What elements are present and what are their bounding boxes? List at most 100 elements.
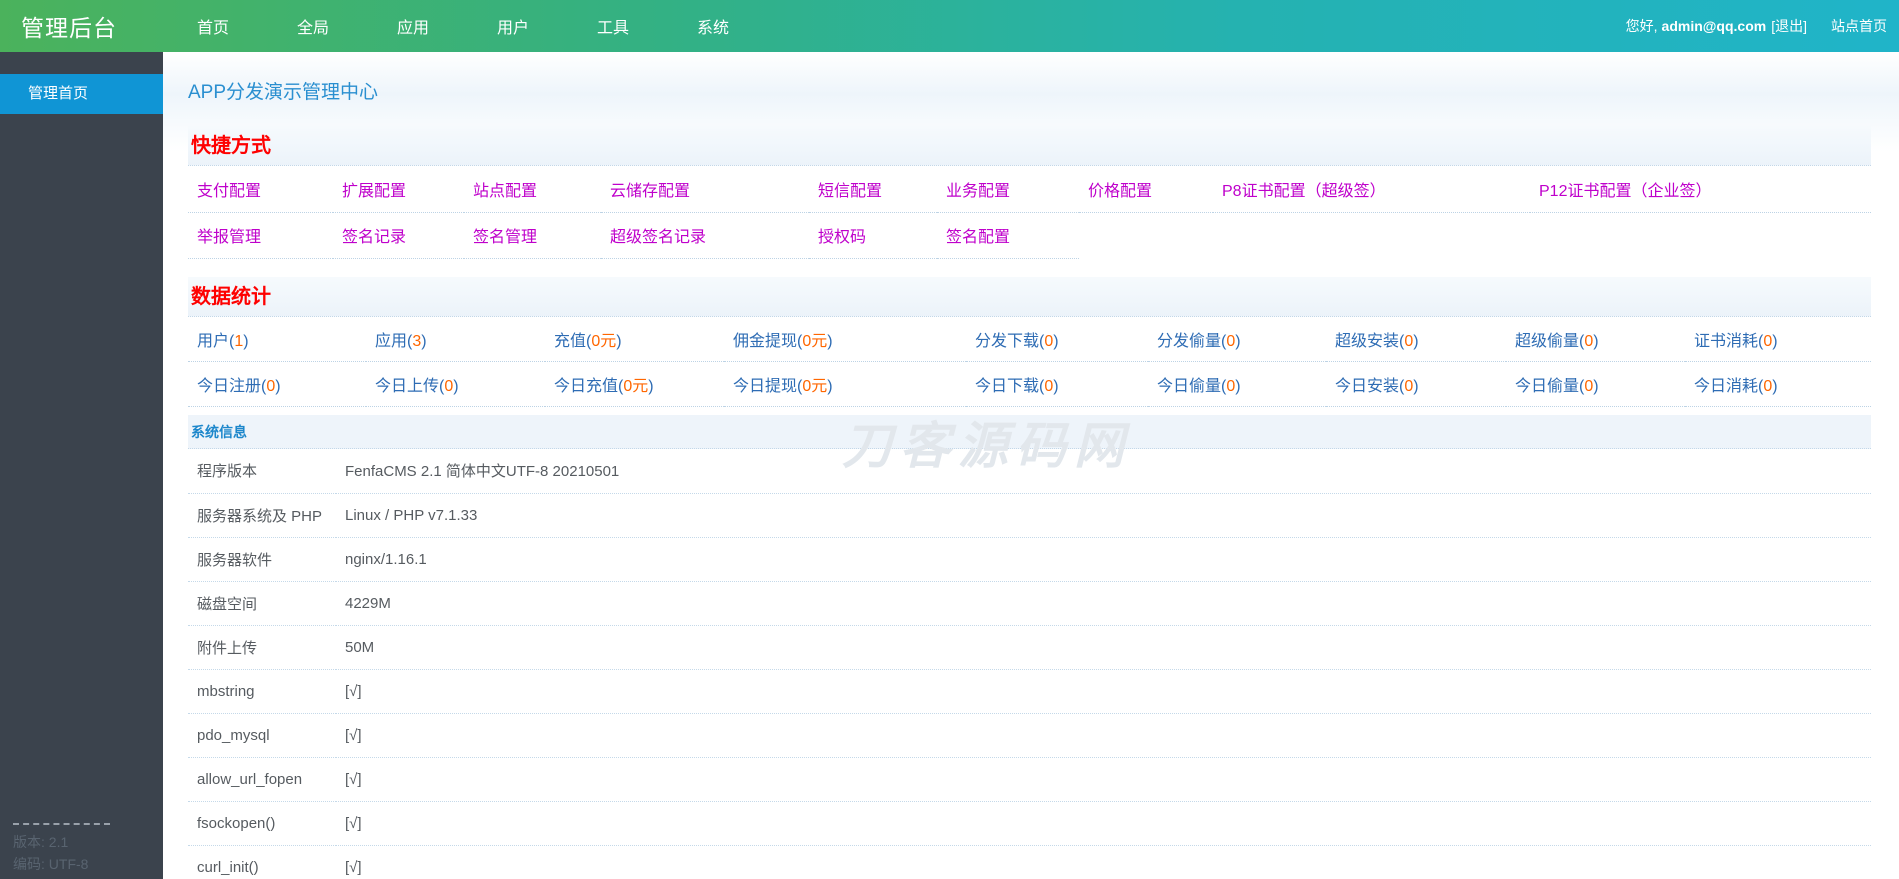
stat-value: 0 — [1044, 332, 1054, 350]
stat-value: 0 — [1404, 378, 1414, 395]
stat-paren: ) — [421, 332, 427, 350]
site-home-link[interactable]: 站点首页 — [1831, 16, 1887, 36]
stat-paren: ) — [453, 378, 459, 395]
shortcut-cell: P8证书配置（超级签） — [1213, 166, 1530, 213]
stat-label: 今日提现( — [733, 378, 803, 395]
stat-cell[interactable]: 应用(3) — [366, 316, 545, 362]
stat-cell[interactable]: 今日消耗(0) — [1685, 361, 1871, 407]
stat-cell[interactable]: 佣金提现(0元) — [724, 316, 966, 362]
system-info-row: 服务器系统及 PHP Linux / PHP v7.1.33 — [188, 493, 1871, 538]
stat-cell[interactable]: 今日注册(0) — [188, 361, 366, 407]
shortcut-link[interactable]: P8证书配置（超级签） — [1222, 183, 1386, 200]
shortcut-link[interactable]: 业务配置 — [946, 183, 1010, 200]
stat-value: 0 — [1226, 378, 1236, 395]
shortcut-link[interactable]: 价格配置 — [1088, 183, 1152, 200]
shortcut-link[interactable]: 短信配置 — [818, 183, 882, 200]
stat-cell[interactable]: 今日下载(0) — [966, 361, 1148, 407]
stat-value: 0 — [1584, 378, 1594, 395]
system-info-label: 服务器软件 — [188, 537, 336, 582]
stat-cell[interactable]: 分发下载(0) — [966, 316, 1148, 362]
shortcut-link[interactable]: 授权码 — [818, 229, 866, 246]
stat-cell[interactable]: 今日提现(0元) — [724, 361, 966, 407]
stat-cell[interactable]: 今日上传(0) — [366, 361, 545, 407]
stat-value: 0元 — [802, 332, 828, 350]
stat-label: 今日消耗( — [1694, 378, 1764, 395]
stat-paren: ) — [243, 332, 249, 350]
shortcut-cell: 签名配置 — [937, 212, 1079, 259]
stat-cell[interactable]: 用户(1) — [188, 316, 366, 362]
stat-paren: ) — [275, 378, 281, 395]
stat-paren: ) — [1413, 332, 1419, 350]
stat-cell[interactable]: 充值(0元) — [545, 316, 724, 362]
stat-label: 分发偷量( — [1157, 332, 1227, 350]
logout-link[interactable]: [退出] — [1771, 16, 1807, 36]
stat-paren: ) — [1772, 332, 1778, 350]
shortcut-empty-cell — [1213, 212, 1530, 258]
shortcut-link[interactable]: 超级签名记录 — [610, 229, 706, 246]
system-info-label: 程序版本 — [188, 449, 336, 494]
shortcut-link[interactable]: 支付配置 — [197, 183, 261, 200]
stat-value: 0 — [1044, 378, 1054, 395]
stat-label: 应用( — [375, 332, 413, 350]
stat-paren: ) — [1053, 378, 1059, 395]
stat-cell[interactable]: 分发偷量(0) — [1148, 316, 1326, 362]
nav-item-2[interactable]: 全局 — [263, 14, 363, 38]
stat-label: 今日安装( — [1335, 378, 1405, 395]
stat-paren: ) — [1772, 378, 1778, 395]
shortcuts-row: 举报管理 签名记录 签名管理 超级签名记录 授权码 签名配置 — [188, 212, 1871, 259]
app-brand-title: 管理后台 — [21, 15, 117, 41]
stat-cell[interactable]: 超级偷量(0) — [1506, 316, 1685, 362]
stat-label: 今日偷量( — [1157, 378, 1227, 395]
sidebar-item-admin-home[interactable]: 管理首页 — [0, 74, 163, 114]
system-info-value: [√] — [336, 845, 1871, 879]
system-info-row: fsockopen() [√] — [188, 801, 1871, 846]
stat-paren: ) — [827, 378, 833, 395]
shortcut-link[interactable]: 签名配置 — [946, 229, 1010, 246]
system-info-label: allow_url_fopen — [188, 757, 336, 802]
nav-item-1[interactable]: 首页 — [163, 14, 263, 38]
shortcut-link[interactable]: 站点配置 — [473, 183, 537, 200]
stat-label: 今日偷量( — [1515, 378, 1585, 395]
nav-item-3[interactable]: 应用 — [363, 14, 463, 38]
shortcut-cell: 价格配置 — [1079, 166, 1213, 213]
stat-paren: ) — [1593, 378, 1599, 395]
shortcut-empty-cell — [1079, 212, 1213, 258]
stat-cell[interactable]: 今日安装(0) — [1326, 361, 1506, 407]
stat-value: 0 — [1584, 332, 1594, 350]
system-info-value: Linux / PHP v7.1.33 — [336, 493, 1871, 538]
nav-item-4[interactable]: 用户 — [463, 14, 563, 38]
stats-row: 今日注册(0) 今日上传(0) 今日充值(0元) 今日提现(0元) 今日下载(0) 今日偷… — [188, 361, 1871, 407]
nav-item-6[interactable]: 系统 — [663, 14, 763, 38]
stat-cell[interactable]: 今日偷量(0) — [1506, 361, 1685, 407]
stat-paren: ) — [1053, 332, 1059, 350]
sidebar-version-label: 版本: 2.1 — [13, 834, 69, 850]
shortcut-link[interactable]: 扩展配置 — [342, 183, 406, 200]
shortcut-link[interactable]: 签名记录 — [342, 229, 406, 246]
shortcuts-row: 支付配置 扩展配置 站点配置 云储存配置 短信配置 业务配置 价格配置 P8证书配置（超级签）… — [188, 166, 1871, 213]
sidebar-footer-divider — [13, 823, 110, 825]
shortcut-empty-cell — [1530, 212, 1871, 258]
system-info-row: 服务器软件 nginx/1.16.1 — [188, 537, 1871, 582]
stat-cell[interactable]: 今日充值(0元) — [545, 361, 724, 407]
stat-paren: ) — [1235, 332, 1241, 350]
system-info-value: [√] — [336, 757, 1871, 802]
stat-cell[interactable]: 今日偷量(0) — [1148, 361, 1326, 407]
stat-cell[interactable]: 超级安装(0) — [1326, 316, 1506, 362]
stat-cell[interactable]: 证书消耗(0) — [1685, 316, 1871, 362]
system-info-label: 附件上传 — [188, 625, 336, 670]
header-nav: 首页 全局 应用 用户 工具 系统 — [163, 0, 763, 52]
shortcut-link[interactable]: 举报管理 — [197, 229, 261, 246]
stat-value: 0元 — [591, 332, 617, 350]
main-content: APP分发演示管理中心 快捷方式 支付配置 扩展配置 站点配置 云储存配置 短信配置 业务… — [163, 52, 1899, 879]
system-info-section-title: 系统信息 — [188, 415, 1871, 449]
shortcut-link[interactable]: 云储存配置 — [610, 183, 690, 200]
system-info-label: fsockopen() — [188, 801, 336, 846]
shortcut-cell: 云储存配置 — [601, 166, 809, 213]
system-info-label: curl_init() — [188, 845, 336, 879]
shortcut-link[interactable]: 签名管理 — [473, 229, 537, 246]
page-title: APP分发演示管理中心 — [188, 82, 379, 103]
shortcut-link[interactable]: P12证书配置（企业签） — [1539, 183, 1711, 200]
nav-item-5[interactable]: 工具 — [563, 14, 663, 38]
stats-table: 用户(1) 应用(3) 充值(0元) 佣金提现(0元) 分发下载(0) 分发偷量(0) 超级… — [188, 316, 1871, 407]
shortcuts-table: 支付配置 扩展配置 站点配置 云储存配置 短信配置 业务配置 价格配置 P8证书配置（超级签）… — [188, 166, 1871, 259]
